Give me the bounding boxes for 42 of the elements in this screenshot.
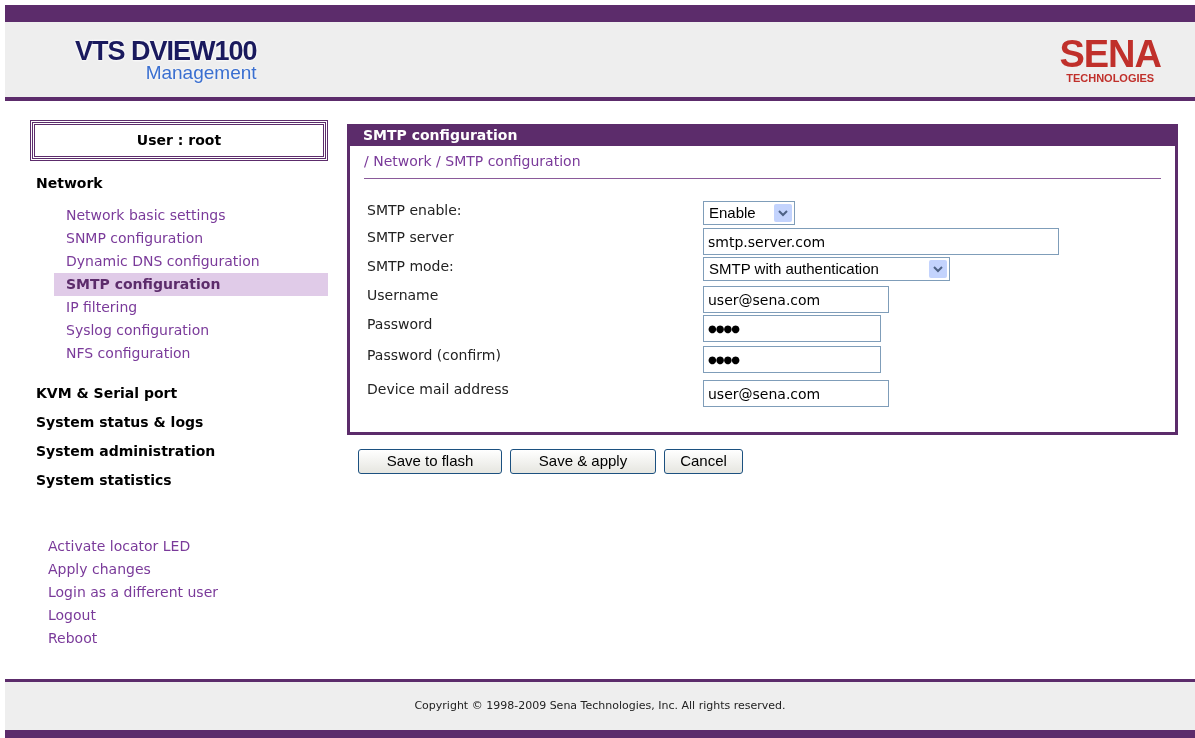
- input-field[interactable]: user@sena.com: [703, 286, 889, 313]
- field-label: SMTP server: [367, 228, 455, 246]
- nav-section[interactable]: System status & logs: [30, 408, 204, 437]
- nav-item[interactable]: Dynamic DNS configuration: [54, 250, 328, 273]
- sidebar-link[interactable]: Activate locator LED: [48, 535, 191, 558]
- dropdown[interactable]: SMTP with authentication: [703, 257, 950, 281]
- sidebar-link[interactable]: Login as a different user: [48, 581, 219, 604]
- field-label: SMTP enable:: [367, 201, 463, 219]
- form-button[interactable]: Save & apply: [510, 449, 656, 474]
- nav-item[interactable]: Syslog configuration: [54, 319, 328, 342]
- breadcrumb: / Network / SMTP configuration: [364, 153, 581, 169]
- form-button[interactable]: Save to flash: [358, 449, 502, 474]
- sidebar-link[interactable]: Logout: [48, 604, 96, 627]
- sidebar-link[interactable]: Apply changes: [48, 558, 151, 581]
- nav-section[interactable]: System statistics: [30, 466, 172, 495]
- brand-logo: SENA: [1059, 35, 1161, 73]
- password-field[interactable]: ●●●●: [703, 346, 881, 373]
- field-label: Device mail address: [367, 380, 510, 398]
- nav-section[interactable]: Network: [30, 169, 103, 198]
- field-label: Password (confirm): [367, 346, 502, 364]
- nav-section[interactable]: KVM & Serial port: [30, 379, 178, 408]
- copyright-text: Copyright © 1998-2009 Sena Technologies, Inc. All rights reserved.: [414, 697, 786, 714]
- nav-section[interactable]: System administration: [30, 437, 216, 466]
- input-field[interactable]: user@sena.com: [703, 380, 889, 407]
- product-logo: VTS DVIEW100: [75, 37, 257, 65]
- nav-item[interactable]: IP filtering: [54, 296, 328, 319]
- panel-title: SMTP configuration: [350, 124, 1175, 146]
- field-label: SMTP mode:: [367, 257, 455, 275]
- field-label: Username: [367, 286, 440, 304]
- nav-item[interactable]: Network basic settings: [54, 204, 328, 227]
- nav-item[interactable]: NFS configuration: [54, 342, 328, 365]
- user-label: User : root: [34, 124, 324, 157]
- product-subtitle: Management: [145, 62, 257, 82]
- brand-subtitle: TECHNOLOGIES: [1066, 73, 1155, 84]
- nav-item[interactable]: SNMP configuration: [54, 227, 328, 250]
- field-label: Password: [367, 315, 434, 333]
- password-field[interactable]: ●●●●: [703, 315, 881, 342]
- form-button[interactable]: Cancel: [664, 449, 743, 474]
- sidebar-link[interactable]: Reboot: [48, 627, 98, 650]
- nav-item[interactable]: SMTP configuration: [54, 273, 328, 296]
- input-field[interactable]: smtp.server.com: [703, 228, 1059, 255]
- dropdown[interactable]: Enable: [703, 201, 795, 225]
